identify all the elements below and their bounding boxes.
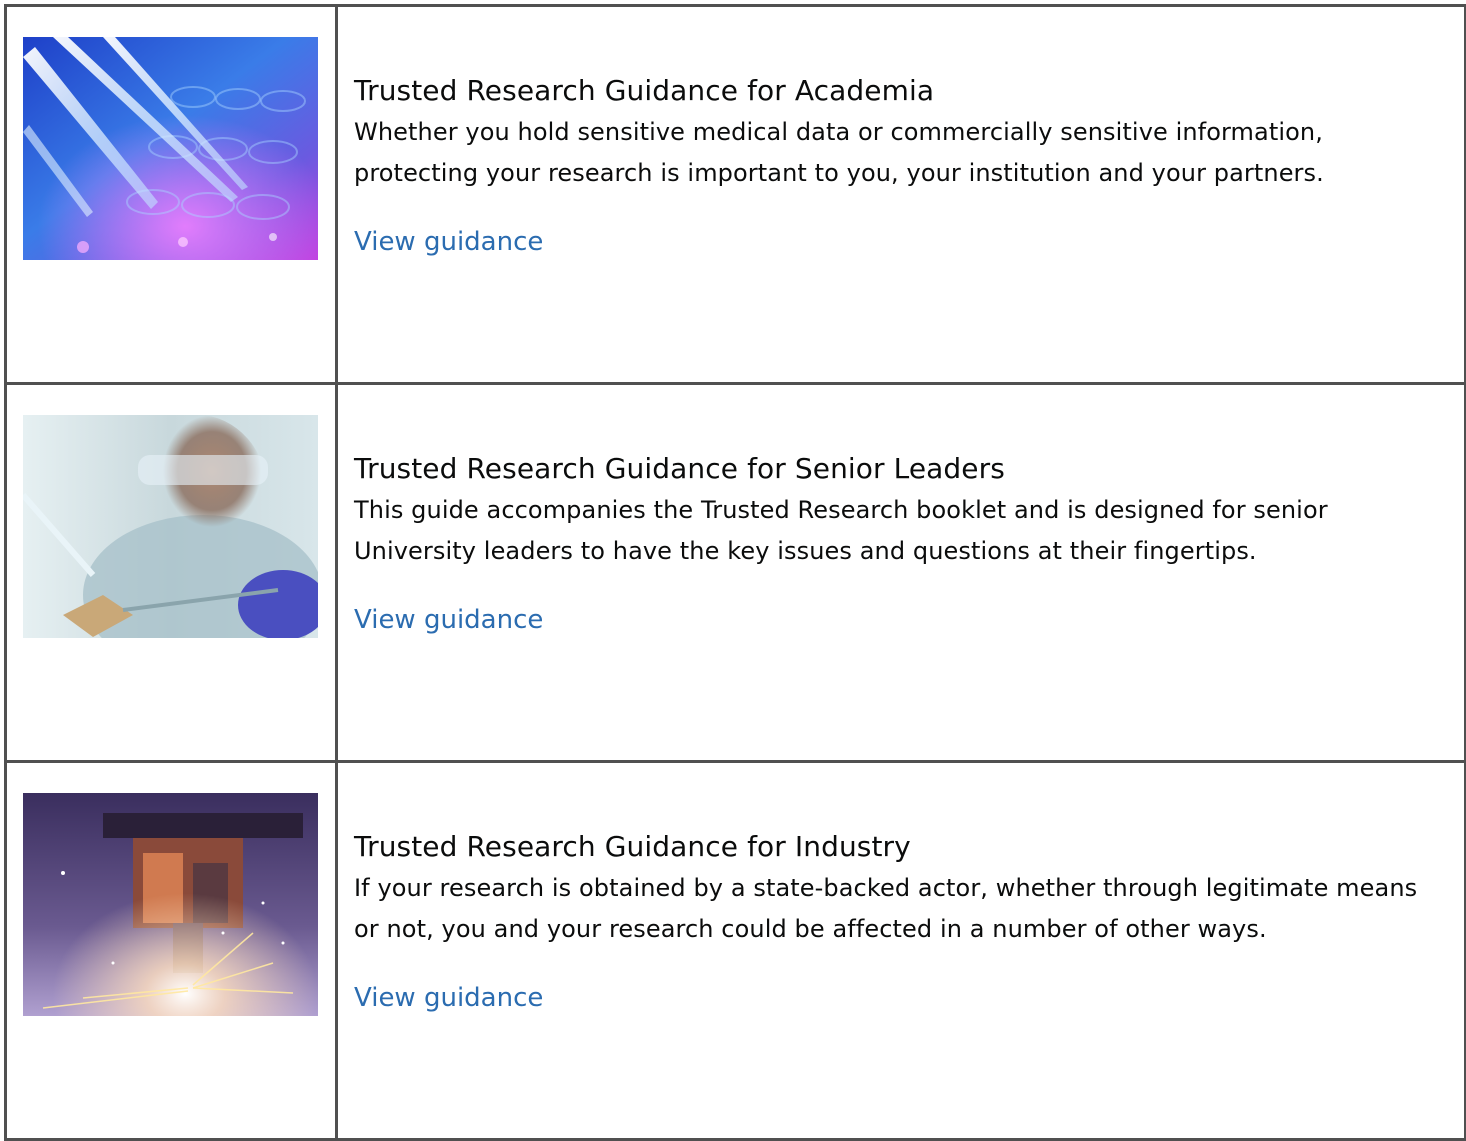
guidance-row-senior-leaders: Trusted Research Guidance for Senior Lea… [4, 382, 1466, 763]
laser-cutting-sparks-image [23, 793, 318, 1016]
text-cell: Trusted Research Guidance for Senior Lea… [335, 382, 1466, 763]
view-guidance-link[interactable]: View guidance [354, 605, 543, 635]
card-description: If your research is obtained by a state-… [354, 874, 1418, 943]
guidance-row-industry: Trusted Research Guidance for Industry I… [4, 760, 1466, 1141]
card-description: Whether you hold sensitive medical data … [354, 118, 1324, 187]
guidance-table: Trusted Research Guidance for Academia W… [4, 4, 1466, 1141]
view-guidance-link[interactable]: View guidance [354, 227, 543, 257]
image-cell [4, 382, 338, 763]
card-title: Trusted Research Guidance for Industry [354, 830, 911, 863]
image-cell [4, 760, 338, 1141]
card-description: This guide accompanies the Trusted Resea… [354, 496, 1328, 565]
lab-pipettes-image [23, 37, 318, 260]
card-title: Trusted Research Guidance for Senior Lea… [354, 452, 1005, 485]
guidance-row-academia: Trusted Research Guidance for Academia W… [4, 4, 1466, 385]
image-cell [4, 4, 338, 385]
view-guidance-link[interactable]: View guidance [354, 983, 543, 1013]
text-cell: Trusted Research Guidance for Academia W… [335, 4, 1466, 385]
scientist-microchip-image [23, 415, 318, 638]
card-title: Trusted Research Guidance for Academia [354, 74, 935, 107]
text-cell: Trusted Research Guidance for Industry I… [335, 760, 1466, 1141]
